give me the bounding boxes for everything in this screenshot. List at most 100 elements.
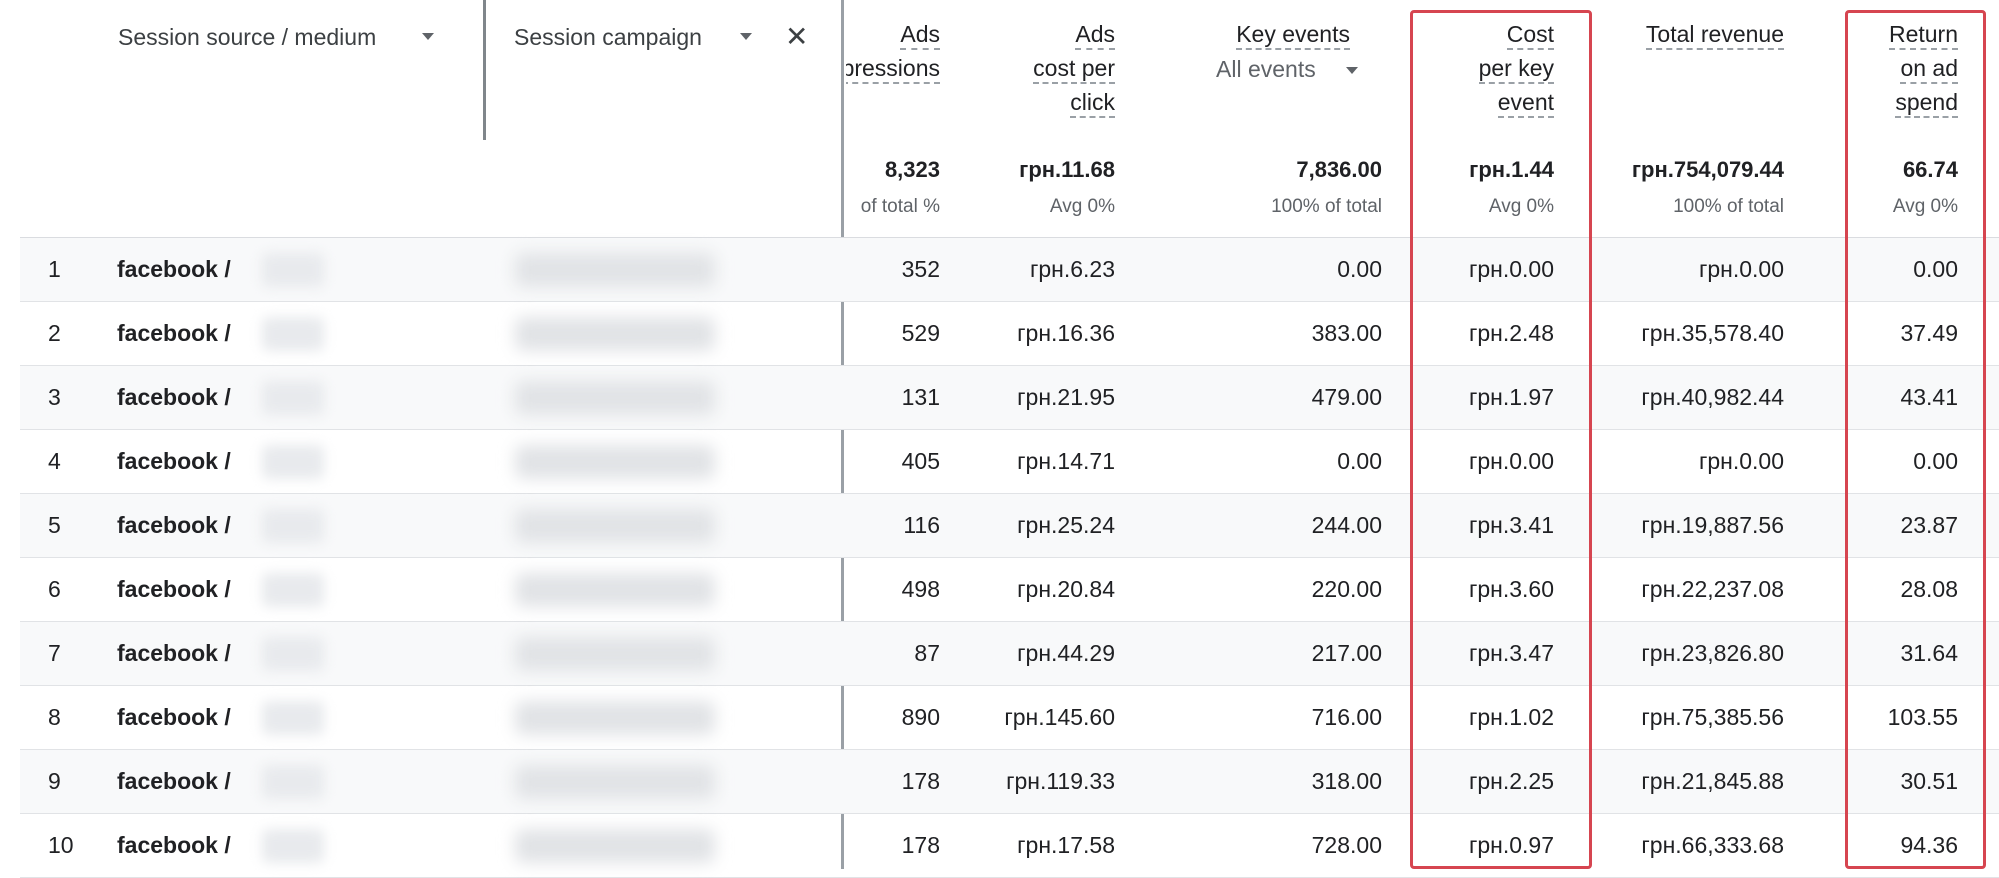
cell-return-on-ad-spend: 103.55 [1887,704,1958,730]
cell-return-on-ad-spend: 43.41 [1900,384,1958,410]
header-roas-line2: on ad [1900,55,1958,84]
cell-source-medium[interactable]: facebook / [117,430,231,493]
cell-cpc: грн.16.36 [1017,320,1115,346]
cell-total-revenue: грн.0.00 [1698,256,1784,282]
redacted-campaign [515,445,715,479]
cell-cost-per-key-event: грн.0.97 [1468,832,1554,858]
cell-cost-per-key-event: грн.3.41 [1468,512,1554,538]
caret-down-icon[interactable] [740,33,752,40]
cell-source-medium[interactable]: facebook / [117,494,231,557]
row-index: 2 [48,320,61,346]
cell-cost-per-key-event: грн.3.60 [1468,576,1554,602]
row-index: 10 [48,832,74,858]
redacted-campaign [515,573,715,607]
key-events-selector[interactable]: All events [1216,52,1316,86]
cell-total-revenue: грн.21,845.88 [1641,768,1784,794]
dimension-source-medium-label[interactable]: Session source / medium [118,20,376,54]
cell-impressions: 352 [901,256,940,282]
table-row[interactable]: 5 facebook / 116 грн.25.24 244.00 грн.3.41 грн… [20,494,1999,558]
cell-return-on-ad-spend: 28.08 [1900,576,1958,602]
redacted-medium [262,829,324,863]
header-cpc-line2: cost per [1033,55,1115,84]
header-impressions-line1: Ads [900,21,940,50]
cell-total-revenue: грн.22,237.08 [1641,576,1784,602]
table-row[interactable]: 6 facebook / 498 грн.20.84 220.00 грн.3.60 грн… [20,558,1999,622]
total-impressions-sub-text: % of total [860,196,940,217]
cell-cpc: грн.20.84 [1017,576,1115,602]
redacted-medium [262,445,324,479]
redacted-campaign [515,701,715,735]
redacted-medium [262,573,324,607]
cell-key-events: 716.00 [1311,704,1382,730]
redacted-campaign [515,253,715,287]
cell-return-on-ad-spend: 31.64 [1900,640,1958,666]
cell-source-medium[interactable]: facebook / [117,558,231,621]
row-index: 7 [48,640,61,666]
redacted-campaign [515,317,715,351]
table-row[interactable]: 3 facebook / 131 грн.21.95 479.00 грн.1.97 грн… [20,366,1999,430]
cell-source-medium[interactable]: facebook / [117,238,231,301]
table-row[interactable]: 4 facebook / 405 грн.14.71 0.00 грн.0.00 грн.0… [20,430,1999,494]
cell-key-events: 220.00 [1311,576,1382,602]
redacted-medium [262,765,324,799]
caret-down-icon[interactable] [422,33,434,40]
cell-key-events: 217.00 [1311,640,1382,666]
cell-return-on-ad-spend: 37.49 [1900,320,1958,346]
row-index: 5 [48,512,61,538]
total-revenue-sub: 100% of total [1673,196,1784,217]
cell-cost-per-key-event: грн.2.25 [1468,768,1554,794]
redacted-medium [262,509,324,543]
cell-source-medium[interactable]: facebook / [117,366,231,429]
cell-impressions: 178 [901,832,940,858]
header-key-events[interactable]: Key events [1200,17,1350,51]
cell-source-medium[interactable]: facebook / [117,622,231,685]
header-impressions[interactable]: Ads pressions [846,17,940,85]
redacted-campaign [515,381,715,415]
cell-return-on-ad-spend: 0.00 [1913,256,1958,282]
dimension-campaign-text: Session campaign [514,24,702,50]
header-total-revenue[interactable]: Total revenue [1600,17,1784,51]
total-revenue: грн.754,079.44 [1631,157,1784,182]
cell-impressions: 178 [901,768,940,794]
header-roas-line1: Return [1888,21,1958,50]
caret-down-icon[interactable] [1346,67,1358,74]
table-row[interactable]: 2 facebook / 529 грн.16.36 383.00 грн.2.48 грн… [20,302,1999,366]
cell-cost-per-key-event: грн.1.02 [1468,704,1554,730]
redacted-medium [262,253,324,287]
table-row[interactable]: 7 facebook / 87 грн.44.29 217.00 грн.3.47 грн.… [20,622,1999,686]
cell-source-medium[interactable]: facebook / [117,302,231,365]
key-events-selector-text: All events [1216,56,1316,82]
table-row[interactable]: 1 facebook / 352 грн.6.23 0.00 грн.0.00 грн.0.… [20,238,1999,302]
table-row[interactable]: 10 facebook / 178 грн.17.58 728.00 грн.0.97 гр… [20,814,1999,878]
header-key-events-text: Key events [1236,21,1350,50]
cell-cpc: грн.119.33 [1006,768,1115,794]
row-index: 6 [48,576,61,602]
cell-impressions: 405 [901,448,940,474]
table-row[interactable]: 9 facebook / 178 грн.119.33 318.00 грн.2.25 гр… [20,750,1999,814]
cell-key-events: 479.00 [1311,384,1382,410]
cell-source-medium[interactable]: facebook / [117,750,231,813]
cell-key-events: 318.00 [1311,768,1382,794]
cell-total-revenue: грн.66,333.68 [1641,832,1784,858]
cell-cost-per-key-event: грн.1.97 [1468,384,1554,410]
dimension-campaign-label[interactable]: Session campaign [514,20,702,54]
cell-impressions: 498 [901,576,940,602]
header-cost-per-key-event[interactable]: Cost per key event [1430,17,1554,119]
header-cpke-line1: Cost [1506,21,1554,50]
header-cost-per-click[interactable]: Ads cost per click [990,17,1115,119]
cell-impressions: 529 [901,320,940,346]
table-row[interactable]: 8 facebook / 890 грн.145.60 716.00 грн.1.02 гр… [20,686,1999,750]
cell-cost-per-key-event: грн.3.47 [1468,640,1554,666]
cell-total-revenue: грн.75,385.56 [1641,704,1784,730]
cell-total-revenue: грн.35,578.40 [1641,320,1784,346]
close-icon[interactable]: ✕ [785,20,808,54]
redacted-campaign [515,765,715,799]
cell-source-medium[interactable]: facebook / [117,686,231,749]
cell-return-on-ad-spend: 94.36 [1900,832,1958,858]
cell-key-events: 728.00 [1311,832,1382,858]
cell-impressions: 87 [914,640,940,666]
header-cpc-line1: Ads [1075,21,1115,50]
header-return-on-ad-spend[interactable]: Return on ad spend [1860,17,1958,119]
cell-source-medium[interactable]: facebook / [117,814,231,877]
total-cpc: грн.11.68 [1019,157,1115,182]
